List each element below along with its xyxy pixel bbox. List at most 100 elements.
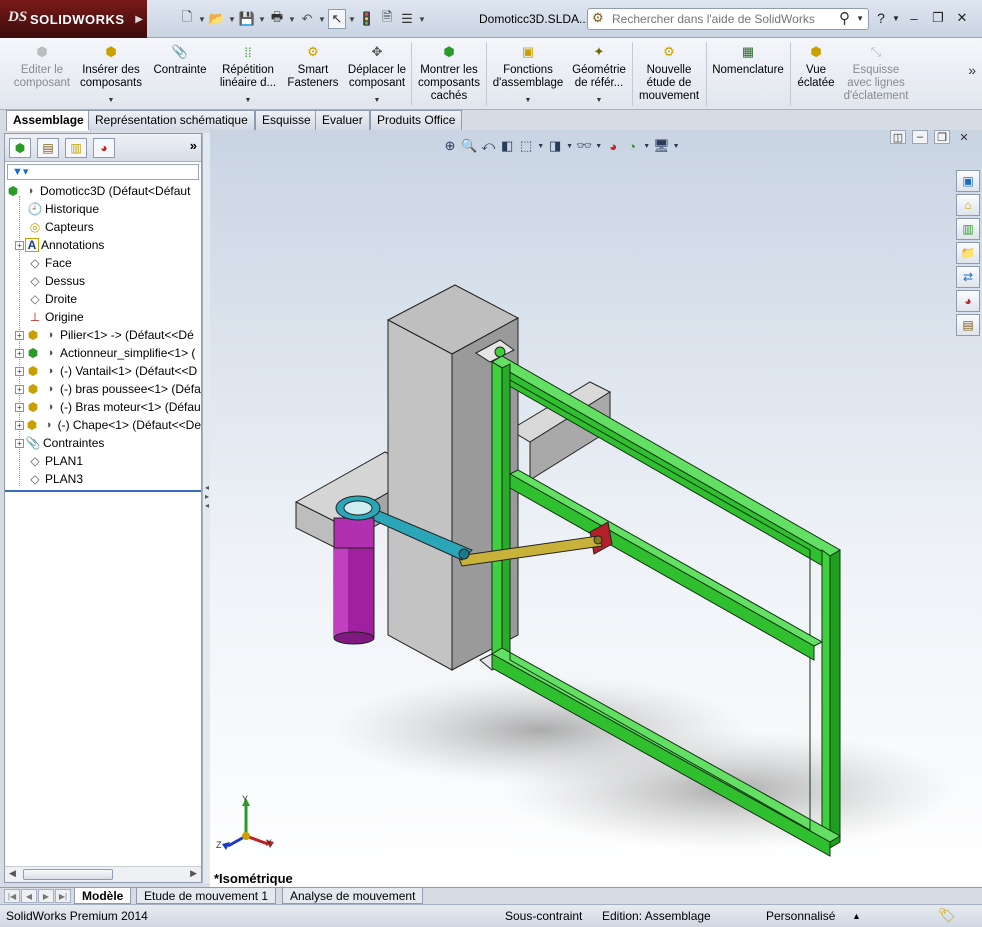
expand-plus-icon[interactable]: + — [15, 438, 24, 448]
tab-evaluate[interactable]: Evaluer — [315, 110, 370, 130]
exploded-view-button[interactable]: ⬢ Vue éclatée — [792, 38, 840, 110]
scroll-left-icon[interactable]: ◀ — [9, 868, 16, 879]
graphics-area[interactable]: ⊕ 🔍 ⤺ ◧ ⬚ ▼ ◨ ▼ 👓 ▼ ◕ ◔ ▼ 🖥 ▼ ◫ – ❐ ✕ ▣ … — [210, 130, 982, 887]
help-dropdown-icon[interactable]: ▼ — [892, 8, 900, 28]
tree-item-bras-poussee[interactable]: + ⬢ ◑ (-) bras poussee<1> (Défa — [5, 380, 201, 398]
tree-item-actionneur[interactable]: + ⬢ ◑ Actionneur_simplifie<1> ( — [5, 344, 201, 362]
expand-plus-icon[interactable]: + — [15, 348, 24, 358]
expand-plus-icon[interactable]: + — [15, 330, 24, 340]
menu-arrow-icon[interactable]: ▶ — [135, 14, 143, 25]
assembly-features-dropdown-icon[interactable]: ▼ — [525, 97, 532, 104]
tree-item-contraintes[interactable]: + 📎 Contraintes — [5, 434, 201, 452]
reference-geometry-button[interactable]: ✦ Géométrie de référ... ▼ — [568, 38, 630, 110]
solidworks-logo[interactable]: DS SOLIDWORKS ▶ — [0, 0, 147, 38]
options-dropdown-icon[interactable]: ▼ — [418, 9, 426, 29]
show-hidden-components-button[interactable]: ⬢ Montrer les composants cachés — [414, 38, 484, 110]
new-document-icon[interactable]: 🗋 — [178, 9, 196, 29]
more-commands-icon[interactable]: » — [968, 62, 976, 78]
tree-item-origine[interactable]: ⊥ Origine — [5, 308, 201, 326]
mate-button[interactable]: 📎 Contrainte — [148, 38, 212, 110]
search-dropdown-icon[interactable]: ▼ — [856, 14, 864, 23]
insert-components-button[interactable]: ⬢ Insérer des composants ▼ — [76, 38, 146, 110]
close-icon[interactable]: ✕ — [952, 8, 972, 28]
tab-sketch[interactable]: Esquisse — [255, 110, 318, 130]
tree-item-vantail[interactable]: + ⬢ ◑ (-) Vantail<1> (Défaut<<D — [5, 362, 201, 380]
tree-item-plan3[interactable]: ◇ PLAN3 — [5, 470, 201, 488]
move-component-button[interactable]: ✥ Déplacer le composant ▼ — [344, 38, 410, 110]
expand-plus-icon[interactable]: + — [15, 384, 24, 394]
linear-pattern-button[interactable]: ⁞⁞ Répétition linéaire d... ▼ — [214, 38, 282, 110]
tab-motion-study-1[interactable]: Etude de mouvement 1 — [136, 888, 277, 904]
move-component-dropdown-icon[interactable]: ▼ — [374, 97, 381, 104]
tree-item-plan1[interactable]: ◇ PLAN1 — [5, 452, 201, 470]
panel-splitter[interactable]: ◂ ▸ ◂ — [202, 133, 210, 883]
rollback-bar[interactable] — [5, 490, 201, 492]
explode-line-sketch-button[interactable]: ⤡ Esquisse avec lignes d'éclatement — [840, 38, 912, 110]
rebuild-icon[interactable]: 🚦 — [358, 9, 376, 29]
file-properties-icon[interactable]: 🗎 — [378, 9, 396, 29]
open-icon[interactable]: 📂 — [208, 9, 226, 29]
options-icon[interactable]: ☰ — [398, 9, 416, 29]
tree-item-chape[interactable]: + ⬢ ◑ (-) Chape<1> (Défaut<<De — [5, 416, 201, 434]
tree-filter[interactable]: ▼▾ — [7, 164, 199, 180]
expand-plus-icon[interactable]: + — [15, 366, 24, 376]
tree-item-capteurs[interactable]: ◎ Capteurs — [5, 218, 201, 236]
scroll-right-icon[interactable]: ▶ — [190, 868, 197, 879]
tab-assemblage[interactable]: Assemblage — [6, 110, 91, 131]
undo-icon[interactable]: ↶ — [298, 9, 316, 29]
linear-pattern-dropdown-icon[interactable]: ▼ — [245, 97, 252, 104]
tooltip-tag-icon[interactable]: 🏷 — [938, 907, 956, 924]
tree-item-annotations[interactable]: + A Annotations — [5, 236, 201, 254]
assembly-features-button[interactable]: ▣ Fonctions d'assemblage ▼ — [490, 38, 566, 110]
feature-tree-tab-icon[interactable]: ⬢ — [9, 138, 31, 158]
edit-component-button[interactable]: ⬢ Editer le composant — [10, 38, 74, 110]
print-dropdown-icon[interactable]: ▼ — [288, 9, 296, 29]
tab-motion-analysis[interactable]: Analyse de mouvement — [282, 888, 424, 904]
expand-plus-icon[interactable]: + — [15, 420, 24, 430]
help-search-box[interactable]: ⚙ ⚲ ▼ — [587, 8, 869, 30]
tree-item-droite[interactable]: ◇ Droite — [5, 290, 201, 308]
open-dropdown-icon[interactable]: ▼ — [228, 9, 236, 29]
save-dropdown-icon[interactable]: ▼ — [258, 9, 266, 29]
help-search-input[interactable] — [612, 11, 832, 27]
new-motion-study-button[interactable]: ⚙ Nouvelle étude de mouvement — [634, 38, 704, 110]
tree-item-historique[interactable]: 🕘 Historique — [5, 200, 201, 218]
reference-geometry-dropdown-icon[interactable]: ▼ — [596, 97, 603, 104]
undo-dropdown-icon[interactable]: ▼ — [318, 9, 326, 29]
tree-item-face[interactable]: ◇ Face — [5, 254, 201, 272]
expand-panel-icon[interactable]: » — [190, 138, 197, 153]
assembly-model[interactable] — [210, 130, 982, 887]
save-icon[interactable]: 💾 — [238, 9, 256, 29]
tab-model[interactable]: Modèle — [74, 888, 132, 904]
insert-components-dropdown-icon[interactable]: ▼ — [108, 97, 115, 104]
search-icon[interactable]: ⚲ — [839, 9, 850, 27]
tree-item-pilier[interactable]: + ⬢ ◑ Pilier<1> -> (Défaut<<Dé — [5, 326, 201, 344]
tree-root-assembly[interactable]: ⬢ ◑ Domoticc3D (Défaut<Défaut — [5, 182, 201, 200]
status-units[interactable]: Personnalisé — [766, 909, 835, 923]
smart-fasteners-button[interactable]: ⚙ Smart Fasteners — [284, 38, 342, 110]
tab-office-products[interactable]: Produits Office — [370, 110, 463, 130]
actuator[interactable] — [333, 495, 381, 645]
select-icon[interactable]: ↖ — [328, 9, 346, 29]
display-manager-tab-icon[interactable]: ◕ — [93, 138, 115, 158]
maximize-icon[interactable]: ❐ — [928, 8, 948, 28]
tree-item-bras-moteur[interactable]: + ⬢ ◑ (-) Bras moteur<1> (Défau — [5, 398, 201, 416]
select-dropdown-icon[interactable]: ▼ — [348, 9, 356, 29]
first-tab-icon[interactable]: |◀ — [4, 889, 20, 903]
units-dropdown-icon[interactable]: ▲ — [852, 911, 861, 921]
minimize-icon[interactable]: – — [904, 8, 924, 28]
new-dropdown-icon[interactable]: ▼ — [198, 9, 206, 29]
last-tab-icon[interactable]: ▶| — [55, 889, 71, 903]
configuration-manager-tab-icon[interactable]: ▥ — [65, 138, 87, 158]
expand-plus-icon[interactable]: + — [15, 240, 24, 250]
prev-tab-icon[interactable]: ◀ — [21, 889, 37, 903]
tab-schematic[interactable]: Représentation schématique — [88, 110, 255, 130]
help-icon[interactable]: ? — [874, 8, 888, 28]
expand-plus-icon[interactable]: + — [15, 402, 24, 412]
tree-item-dessus[interactable]: ◇ Dessus — [5, 272, 201, 290]
property-manager-tab-icon[interactable]: ▤ — [37, 138, 59, 158]
bill-of-materials-button[interactable]: ▦ Nomenclature — [708, 38, 788, 110]
next-tab-icon[interactable]: ▶ — [38, 889, 54, 903]
print-icon[interactable]: 🖶 — [268, 9, 286, 29]
scroll-thumb[interactable] — [23, 869, 113, 880]
